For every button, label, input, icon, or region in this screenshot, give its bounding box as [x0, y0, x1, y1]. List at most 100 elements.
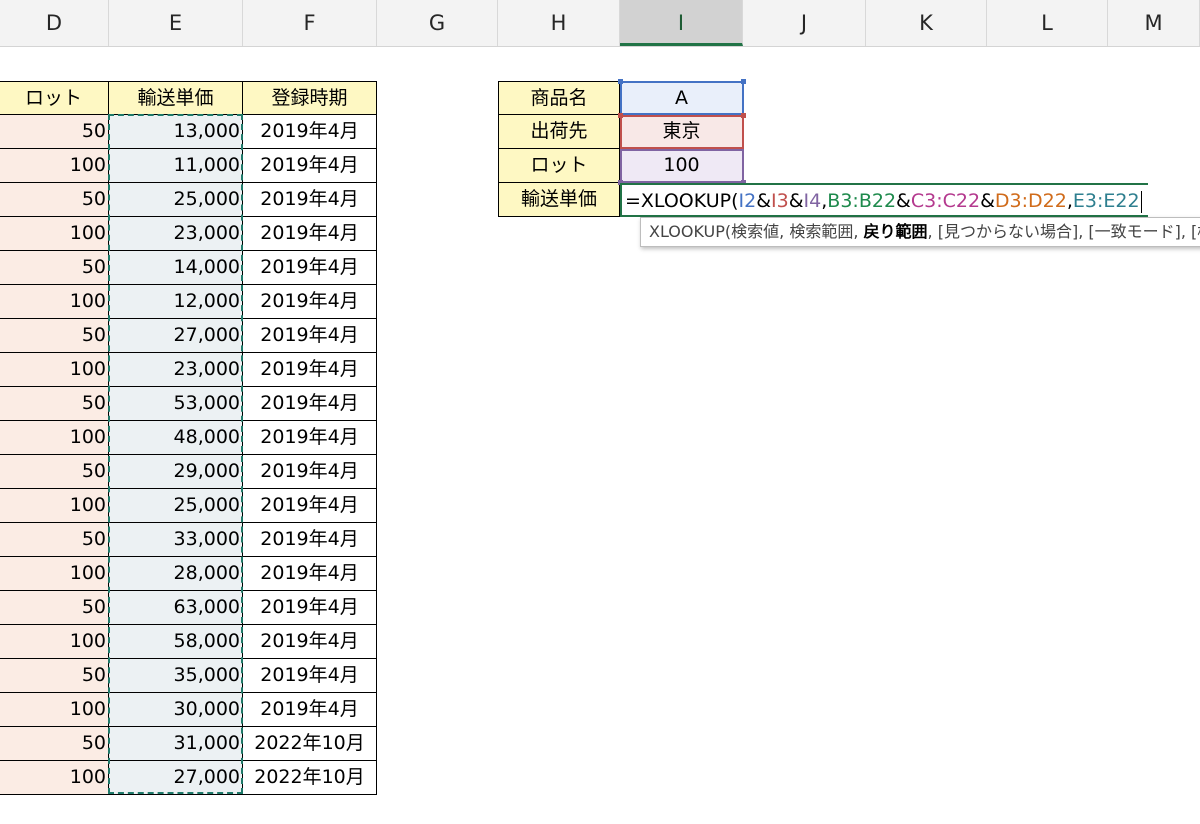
cell-registered[interactable]: 2019年4月 [243, 591, 377, 625]
cell-registered[interactable]: 2019年4月 [243, 353, 377, 387]
text-cursor [1140, 190, 1142, 213]
cell-registered[interactable]: 2019年4月 [243, 217, 377, 251]
cell-registered[interactable]: 2019年4月 [243, 625, 377, 659]
column-header-i[interactable]: I [620, 0, 743, 46]
column-header-f[interactable]: F [243, 0, 377, 46]
cell-registered[interactable]: 2019年4月 [243, 149, 377, 183]
cell-lot[interactable]: 50 [0, 659, 109, 693]
cell-unit-price[interactable]: 13,000 [109, 115, 243, 149]
column-header-d[interactable]: D [0, 0, 109, 46]
column-header-g[interactable]: G [377, 0, 498, 46]
cell-unit-price[interactable]: 53,000 [109, 387, 243, 421]
formula-segment: I3 [771, 190, 789, 212]
cell-registered[interactable]: 2019年4月 [243, 319, 377, 353]
cell-lot[interactable]: 50 [0, 319, 109, 353]
cell-unit-price[interactable]: 23,000 [109, 217, 243, 251]
input-product[interactable]: A [620, 81, 744, 115]
cell-registered[interactable]: 2019年4月 [243, 693, 377, 727]
cell-unit-price[interactable]: 25,000 [109, 183, 243, 217]
label-destination[interactable]: 出荷先 [498, 115, 620, 149]
cell-lot[interactable]: 50 [0, 115, 109, 149]
cell-unit-price[interactable]: 30,000 [109, 693, 243, 727]
cell-lot[interactable]: 50 [0, 591, 109, 625]
cell-unit-price[interactable]: 35,000 [109, 659, 243, 693]
formula-segment: I2 [738, 190, 757, 212]
formula-segment: & [788, 190, 804, 212]
column-header-m[interactable]: M [1108, 0, 1200, 46]
cell-registered[interactable]: 2019年4月 [243, 659, 377, 693]
cell-lot[interactable]: 50 [0, 727, 109, 761]
formula-segment: I4 [803, 190, 822, 212]
cell-registered[interactable]: 2019年4月 [243, 489, 377, 523]
cell-registered[interactable]: 2019年4月 [243, 285, 377, 319]
cell-unit-price[interactable]: 48,000 [109, 421, 243, 455]
cell-registered[interactable]: 2022年10月 [243, 727, 377, 761]
cell-lot[interactable]: 50 [0, 183, 109, 217]
formula-editor[interactable]: =XLOOKUP(I2&I3&I4,B3:B22&C3:C22&D3:D22,E… [620, 183, 1148, 217]
cell-lot[interactable]: 100 [0, 557, 109, 591]
cell-unit-price[interactable]: 33,000 [109, 523, 243, 557]
header-lot[interactable]: ロット [0, 81, 109, 115]
cell-lot[interactable]: 100 [0, 761, 109, 795]
column-header-h[interactable]: H [498, 0, 620, 46]
header-unit-price[interactable]: 輸送単価 [109, 81, 243, 115]
ref-handle[interactable] [741, 79, 746, 84]
cell-lot[interactable]: 100 [0, 217, 109, 251]
cell-lot[interactable]: 50 [0, 523, 109, 557]
formula-segment: & [756, 190, 772, 212]
cell-lot[interactable]: 100 [0, 625, 109, 659]
cell-registered[interactable]: 2019年4月 [243, 183, 377, 217]
cell-registered[interactable]: 2019年4月 [243, 421, 377, 455]
cell-unit-price[interactable]: 25,000 [109, 489, 243, 523]
cell-unit-price[interactable]: 58,000 [109, 625, 243, 659]
ref-handle[interactable] [741, 113, 746, 118]
cell-unit-price[interactable]: 31,000 [109, 727, 243, 761]
cell-unit-price[interactable]: 12,000 [109, 285, 243, 319]
cell-registered[interactable]: 2019年4月 [243, 251, 377, 285]
label-lot[interactable]: ロット [498, 149, 620, 183]
formula-segment: & [980, 190, 995, 212]
label-unit-price[interactable]: 輸送単価 [498, 183, 620, 217]
cell-unit-price[interactable]: 28,000 [109, 557, 243, 591]
cell-registered[interactable]: 2019年4月 [243, 557, 377, 591]
cell-unit-price[interactable]: 14,000 [109, 251, 243, 285]
column-header-k[interactable]: K [866, 0, 987, 46]
cell-unit-price[interactable]: 27,000 [109, 761, 243, 795]
cell-lot[interactable]: 50 [0, 455, 109, 489]
column-header-bar: DEFGHIJKLM [0, 0, 1200, 47]
cell-unit-price[interactable]: 23,000 [109, 353, 243, 387]
cell-unit-price[interactable]: 63,000 [109, 591, 243, 625]
column-header-e[interactable]: E [109, 0, 243, 46]
column-header-l[interactable]: L [987, 0, 1108, 46]
cell-lot[interactable]: 100 [0, 285, 109, 319]
formula-segment: D3:D22 [994, 190, 1067, 212]
cell-registered[interactable]: 2022年10月 [243, 761, 377, 795]
cell-lot[interactable]: 100 [0, 693, 109, 727]
formula-segment: E3:E22 [1072, 190, 1140, 212]
ref-handle[interactable] [618, 113, 623, 118]
cell-lot[interactable]: 100 [0, 353, 109, 387]
cell-unit-price[interactable]: 11,000 [109, 149, 243, 183]
tooltip-arg1: 検索値, [731, 222, 790, 241]
cell-lot[interactable]: 100 [0, 149, 109, 183]
input-destination[interactable]: 東京 [620, 115, 744, 149]
header-registered[interactable]: 登録時期 [243, 81, 377, 115]
label-product[interactable]: 商品名 [498, 81, 620, 115]
input-lot[interactable]: 100 [620, 149, 744, 183]
cell-registered[interactable]: 2019年4月 [243, 115, 377, 149]
column-header-j[interactable]: J [743, 0, 866, 46]
tooltip-func[interactable]: XLOOKUP( [649, 222, 731, 241]
formula-segment: & [896, 190, 911, 212]
function-tooltip: XLOOKUP(検索値, 検索範囲, 戻り範囲, [見つからない場合], [一致… [640, 217, 1200, 247]
cell-lot[interactable]: 100 [0, 421, 109, 455]
cell-registered[interactable]: 2019年4月 [243, 387, 377, 421]
cell-lot[interactable]: 100 [0, 489, 109, 523]
cell-lot[interactable]: 50 [0, 251, 109, 285]
cell-registered[interactable]: 2019年4月 [243, 455, 377, 489]
cell-lot[interactable]: 50 [0, 387, 109, 421]
cell-unit-price[interactable]: 29,000 [109, 455, 243, 489]
cell-unit-price[interactable]: 27,000 [109, 319, 243, 353]
formula-segment: B3:B22 [827, 190, 897, 212]
ref-handle[interactable] [618, 79, 623, 84]
cell-registered[interactable]: 2019年4月 [243, 523, 377, 557]
